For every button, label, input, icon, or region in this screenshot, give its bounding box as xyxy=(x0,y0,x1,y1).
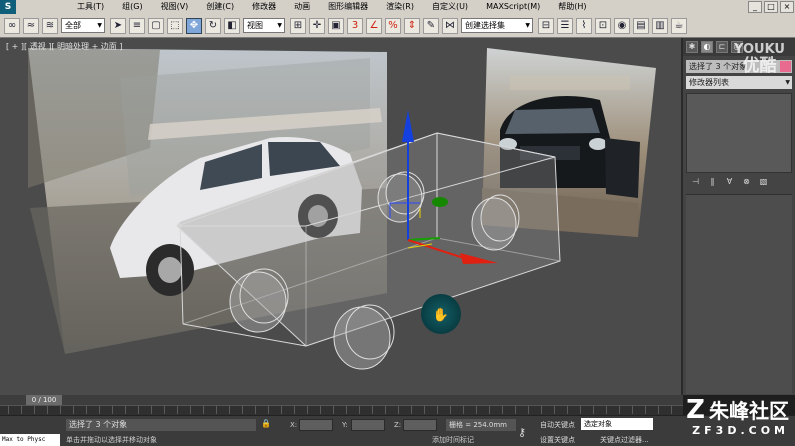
spinner-snap-icon[interactable]: ⇕ xyxy=(404,17,420,34)
angle-snap-icon[interactable]: ∠ xyxy=(366,17,382,34)
zf-cn-text: 朱峰社区 xyxy=(709,399,789,423)
remove-modifier-icon[interactable]: ⊗ xyxy=(740,177,753,188)
menu-views[interactable]: 视图(V) xyxy=(152,0,198,14)
stack-toolbar: ⊣ ∥ ∀ ⊗ ▧ xyxy=(689,177,795,188)
menu-group[interactable]: 组(G) xyxy=(113,0,151,14)
youku-cn-text: 优酷 xyxy=(742,56,777,76)
ref-coord-dropdown[interactable]: 视图 xyxy=(243,18,285,33)
menu-maxscript[interactable]: MAXScript(M) xyxy=(477,0,549,14)
modifier-list-dropdown[interactable]: 修改器列表 xyxy=(686,76,792,89)
time-slider[interactable]: 0 / 100 xyxy=(0,395,683,405)
material-editor-icon[interactable]: ◉ xyxy=(614,17,630,34)
scene-canvas: ✋ xyxy=(28,48,656,370)
zf3d-watermark: Z 朱峰社区 ZF3D.COM xyxy=(686,397,789,441)
snap-3d-icon[interactable]: 3 xyxy=(347,17,363,34)
x-label: X: xyxy=(290,421,298,429)
schematic-view-icon[interactable]: ⊡ xyxy=(595,17,611,34)
select-by-name-icon[interactable]: ≡ xyxy=(129,17,145,34)
window-controls: _ □ × xyxy=(747,0,795,14)
bind-space-warp-icon[interactable]: ≋ xyxy=(42,17,58,34)
select-move-icon[interactable]: ✥ xyxy=(186,17,202,34)
selection-status: 选择了 3 个对象 xyxy=(66,419,256,431)
percent-snap-icon[interactable]: % xyxy=(385,17,401,34)
menu-rendering[interactable]: 渲染(R) xyxy=(377,0,423,14)
z-label: Z: xyxy=(394,421,402,429)
select-scale-icon[interactable]: ◧ xyxy=(224,17,240,34)
render-frame-icon[interactable]: ▥ xyxy=(652,17,668,34)
parameters-rollout xyxy=(686,194,792,394)
mouse-cursor-indicator: ✋ xyxy=(421,294,461,334)
select-manipulate-icon[interactable]: ✛ xyxy=(309,17,325,34)
grid-size-readout: 栅格 = 254.0mm xyxy=(446,419,516,431)
select-rotate-icon[interactable]: ↻ xyxy=(205,17,221,34)
menu-create[interactable]: 创建(C) xyxy=(197,0,243,14)
maxscript-mini-listener[interactable]: Max to Physc xyxy=(0,434,60,446)
y-coord-field[interactable] xyxy=(351,419,385,431)
pivot-center-icon[interactable]: ⊞ xyxy=(290,17,306,34)
unlink-icon[interactable]: ≈ xyxy=(23,17,39,34)
prompt-line: 单击并拖动以选择并移动对象 xyxy=(66,436,157,444)
menu-modifiers[interactable]: 修改器 xyxy=(243,0,285,14)
youku-watermark: YOUKU 优酷 xyxy=(734,42,785,76)
hierarchy-tab-icon[interactable]: ⊏ xyxy=(716,41,728,53)
align-icon[interactable]: ⊟ xyxy=(538,17,554,34)
lock-selection-icon[interactable]: 🔒 xyxy=(261,419,271,429)
menu-customize[interactable]: 自定义(U) xyxy=(423,0,477,14)
edit-named-selection-icon[interactable]: ✎ xyxy=(423,17,439,34)
close-button[interactable]: × xyxy=(780,1,794,13)
frame-counter[interactable]: 0 / 100 xyxy=(26,395,62,405)
perspective-viewport[interactable]: [ + ][ 透视 ][ 明暗处理 + 边面 ] ✋ xyxy=(0,38,683,395)
modifier-stack[interactable] xyxy=(686,93,792,173)
curve-editor-icon[interactable]: ⌇ xyxy=(576,17,592,34)
show-end-result-icon[interactable]: ∥ xyxy=(706,177,719,188)
z-coord-field[interactable] xyxy=(403,419,437,431)
menu-animation[interactable]: 动画 xyxy=(285,0,319,14)
key-icon[interactable]: ⚷ xyxy=(518,426,526,439)
keyboard-shortcut-icon[interactable]: ▣ xyxy=(328,17,344,34)
command-panel: ✱ ◐ ⊏ ◎ 选择了 3 个对象 修改器列表 ⊣ ∥ ∀ ⊗ ▧ xyxy=(683,38,795,395)
status-bar: Max to Physc 选择了 3 个对象 单击并拖动以选择并移动对象 🔒 X… xyxy=(0,415,795,446)
make-unique-icon[interactable]: ∀ xyxy=(723,177,736,188)
menu-help[interactable]: 帮助(H) xyxy=(549,0,595,14)
modify-tab-icon[interactable]: ◐ xyxy=(701,41,713,53)
key-filters-button[interactable]: 关键点过滤器... xyxy=(600,435,649,445)
window-crossing-icon[interactable]: ⬚ xyxy=(167,17,183,34)
set-key-button[interactable]: 设置关键点 xyxy=(540,435,575,445)
configure-sets-icon[interactable]: ▧ xyxy=(757,177,770,188)
svg-text:✋: ✋ xyxy=(433,307,449,323)
track-bar[interactable] xyxy=(0,405,683,415)
selection-filter-dropdown[interactable]: 全部 xyxy=(61,18,105,33)
create-tab-icon[interactable]: ✱ xyxy=(686,41,698,53)
x-coord-field[interactable] xyxy=(299,419,333,431)
maximize-button[interactable]: □ xyxy=(764,1,778,13)
menu-bar: S 工具(T) 组(G) 视图(V) 创建(C) 修改器 动画 图形编辑器 渲染… xyxy=(0,0,795,14)
selected-object-dropdown[interactable]: 选定对象 xyxy=(581,418,653,430)
add-time-tag-button[interactable]: 添加时间标记 xyxy=(432,435,474,445)
viewport-label[interactable]: [ + ][ 透视 ][ 明暗处理 + 边面 ] xyxy=(6,41,122,52)
menu-graph-editors[interactable]: 图形编辑器 xyxy=(319,0,377,14)
mirror-icon[interactable]: ⋈ xyxy=(442,17,458,34)
minimize-button[interactable]: _ xyxy=(748,1,762,13)
main-toolbar: ∞ ≈ ≋ 全部 ➤ ≡ ▢ ⬚ ✥ ↻ ◧ 视图 ⊞ ✛ ▣ 3 ∠ % ⇕ … xyxy=(0,14,795,38)
rect-selection-icon[interactable]: ▢ xyxy=(148,17,164,34)
link-icon[interactable]: ∞ xyxy=(4,17,20,34)
named-selection-dropdown[interactable]: 创建选择集 xyxy=(461,18,533,33)
select-object-icon[interactable]: ➤ xyxy=(110,17,126,34)
zf-url-text: ZF3D.COM xyxy=(692,424,789,437)
menu-tools[interactable]: 工具(T) xyxy=(68,0,113,14)
app-logo-icon[interactable]: S xyxy=(0,0,16,14)
pin-stack-icon[interactable]: ⊣ xyxy=(689,177,702,188)
render-setup-icon[interactable]: ▤ xyxy=(633,17,649,34)
auto-key-button[interactable]: 自动关键点 xyxy=(540,420,575,430)
track-ticks xyxy=(8,406,675,414)
y-label: Y: xyxy=(342,421,348,429)
layer-manager-icon[interactable]: ☰ xyxy=(557,17,573,34)
render-production-icon[interactable]: ☕ xyxy=(671,17,687,34)
